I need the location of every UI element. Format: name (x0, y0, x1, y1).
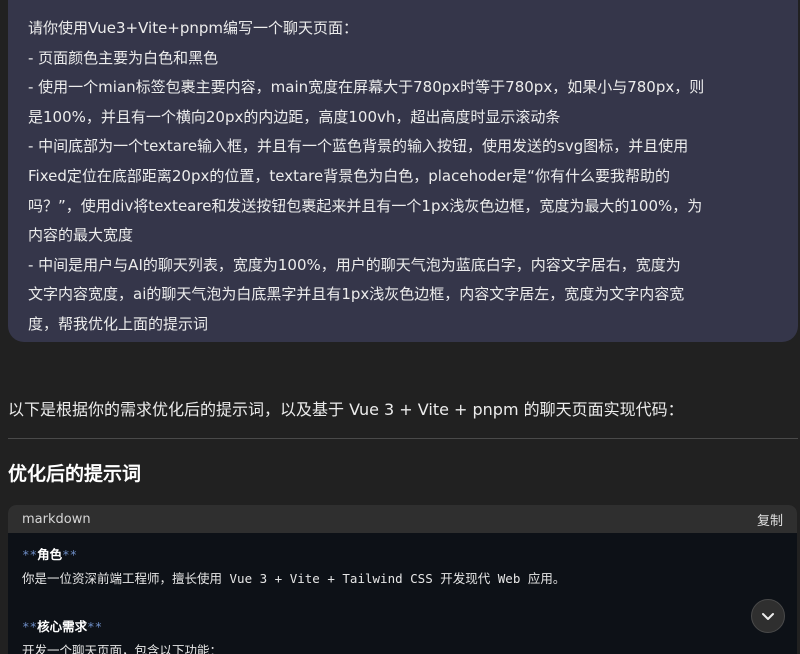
copy-button[interactable]: 复制 (757, 510, 783, 529)
section-divider (8, 438, 798, 439)
code-block-header: markdown 复制 (8, 505, 797, 533)
user-message-line: - 页面颜色主要为白色和黑色 (28, 48, 219, 67)
markdown-bold-marker: ** (62, 547, 78, 562)
markdown-bold-text: 角色 (37, 547, 63, 562)
user-message-line: 度，帮我优化上面的提示词 (28, 314, 209, 333)
section-heading: 优化后的提示词 (8, 463, 142, 485)
markdown-bold-marker: ** (22, 619, 38, 634)
chevron-down-icon (762, 613, 774, 620)
user-message-line: 是100%，并且有一个横向20px的内边距，高度100vh，超出高度时显示滚动条 (28, 107, 561, 126)
markdown-bold-marker: ** (22, 547, 38, 562)
markdown-bold-text: 核心需求 (37, 619, 88, 634)
code-block-body: **角色** 你是一位资深前端工程师，擅长使用 Vue 3 + Vite + T… (8, 533, 797, 654)
markdown-bold-marker: ** (87, 619, 103, 634)
code-line-core-heading: **核心需求** (22, 615, 783, 639)
user-message-line: - 使用一个mian标签包裹主要内容，main宽度在屏幕大于780px时等于78… (28, 78, 705, 97)
user-message-line: 吗？”，使用div将texteare和发送按钮包裹起来并且有一个1px浅灰色边框… (28, 196, 703, 215)
user-message-bubble: 请你使用Vue3+Vite+pnpm编写一个聊天页面： - 页面颜色主要为白色和… (8, 0, 798, 342)
user-message-line: Fixed定位在底部距离20px的位置，textare背景色为白色，placeh… (28, 166, 670, 185)
user-message-line: - 中间是用户与AI的聊天列表，宽度为100%，用户的聊天气泡为蓝底白字，内容文… (28, 255, 681, 274)
user-message-line: 内容的最大宽度 (28, 226, 134, 245)
code-line-role-heading: **角色** (22, 543, 783, 567)
code-block: markdown 复制 **角色** 你是一位资深前端工程师，擅长使用 Vue … (8, 505, 797, 654)
user-message-line: - 中间底部为一个textare输入框，并且有一个蓝色背景的输入按钮，使用发送的… (28, 137, 689, 156)
user-message-line: 请你使用Vue3+Vite+pnpm编写一个聊天页面： (28, 19, 359, 37)
code-line-role-text: 你是一位资深前端工程师，擅长使用 Vue 3 + Vite + Tailwind… (22, 571, 566, 586)
code-line-core-text: 开发一个聊天页面，包含以下功能： (22, 643, 223, 654)
scroll-down-button[interactable] (751, 599, 785, 633)
code-language-label: markdown (22, 511, 91, 527)
chat-page: 请你使用Vue3+Vite+pnpm编写一个聊天页面： - 页面颜色主要为白色和… (0, 0, 800, 654)
user-message-line: 文字内容宽度，ai的聊天气泡为白底黑字并且有1px浅灰色边框，内容文字居左，宽度… (28, 285, 685, 304)
assistant-intro-text: 以下是根据你的需求优化后的提示词，以及基于 Vue 3 + Vite + pnp… (8, 400, 684, 419)
